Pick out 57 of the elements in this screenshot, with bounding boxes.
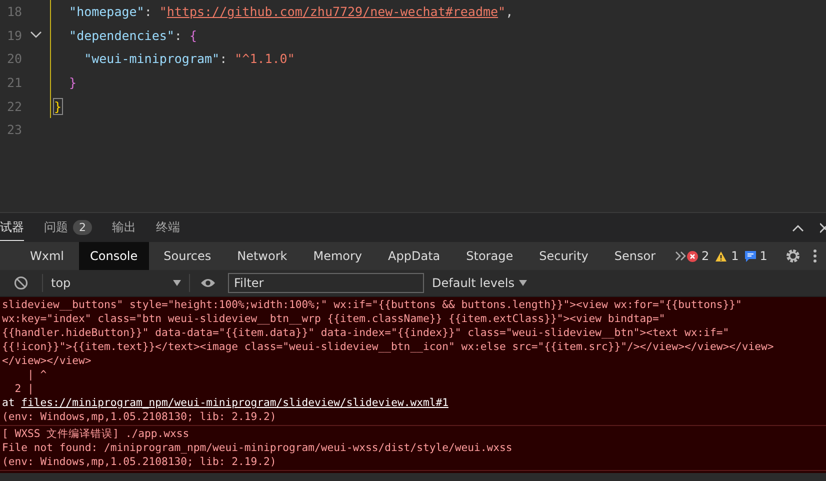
line-number: 19 xyxy=(6,28,22,43)
code-line: "homepage": "https://github.com/zhu7729/new-wechat#readme", xyxy=(68,4,514,20)
info-count: 1 xyxy=(760,249,768,263)
line-number: 21 xyxy=(6,75,22,90)
count-badge: 2 xyxy=(73,220,92,235)
more-options-icon[interactable] xyxy=(813,249,818,263)
context-label: top xyxy=(51,276,71,290)
console-line: 2 | xyxy=(14,382,35,396)
console-line: {{handler.hideButton}}" data-data="{{item.data}}" data-index="{{index}}" class="weui-slideview__btn"><text wx:if=" xyxy=(2,326,730,340)
error-icon[interactable] xyxy=(686,250,698,262)
eye-icon[interactable] xyxy=(200,278,216,288)
code-line: } xyxy=(53,98,62,114)
panel-tab[interactable]: 输出 xyxy=(112,214,136,240)
file-link[interactable]: files://miniprogram_npm/weui-miniprogram/slideview/slideview.wxml#1 xyxy=(21,397,448,409)
console-line: File not found: /miniprogram_npm/weui-miniprogram/weui-wxss/dist/style/weui.wxss xyxy=(2,441,514,455)
code-line: "dependencies": { xyxy=(68,28,198,43)
chevron-down-icon[interactable] xyxy=(30,31,42,40)
console-line: {{!icon}}">{{item.text}}</text><image class="weui-slideview__btn__icon" wx:else src="{{item.src}}"/></view></view></view> xyxy=(2,340,775,354)
clear-console-icon[interactable] xyxy=(14,276,28,290)
devtools-tab[interactable]: Console xyxy=(79,242,149,270)
warning-icon[interactable] xyxy=(715,250,728,262)
code-line: "weui-miniprogram": "^1.1.0" xyxy=(83,51,295,66)
console-line: | ^ xyxy=(26,368,48,382)
panel-tab[interactable]: 试器 xyxy=(0,214,24,240)
devtools-tab[interactable]: Storage xyxy=(455,242,524,270)
console-line: [ WXSS 文件编译错误] ./app.wxss xyxy=(2,427,190,441)
close-icon[interactable] xyxy=(820,222,826,232)
line-number: 18 xyxy=(6,4,22,20)
devtools-tab[interactable]: Network xyxy=(226,242,298,270)
more-tabs-icon[interactable] xyxy=(674,251,687,261)
devtools-tab[interactable]: Memory xyxy=(302,242,374,270)
context-select[interactable]: top xyxy=(42,274,190,292)
devtools-tab[interactable]: Wxml xyxy=(19,242,75,270)
dropdown-arrow-icon[interactable] xyxy=(173,280,181,286)
env-info: (env: Windows,mp,1.05.2108130; lib: 2.19.2) xyxy=(2,410,278,424)
env-info: (env: Windows,mp,1.05.2108130; lib: 2.19.2) xyxy=(2,455,278,469)
location-prefix: at xyxy=(2,397,16,409)
line-number: 20 xyxy=(6,51,22,66)
console-line: wx:key="index" class="btn weui-slideview__btn__wrp {{item.className}} {{item.extClass}}"><view bindtap=" xyxy=(2,312,666,326)
line-number: 22 xyxy=(6,98,22,114)
panel-tab[interactable]: 终端 xyxy=(156,214,180,240)
dropdown-arrow-icon[interactable] xyxy=(519,280,528,286)
line-number: 23 xyxy=(6,122,22,138)
error-count: 2 xyxy=(702,249,710,263)
devtools-tab[interactable]: AppData xyxy=(377,242,452,270)
devtools-tab[interactable]: Security xyxy=(528,242,600,270)
filter-field[interactable]: Filter xyxy=(228,273,424,293)
message-icon[interactable] xyxy=(744,250,756,262)
console-line: </view></view> xyxy=(2,354,92,368)
code-line: } xyxy=(68,75,77,90)
panel-tab[interactable]: 问题 xyxy=(44,214,68,240)
chevron-up-icon[interactable] xyxy=(792,224,804,232)
devtools-tab[interactable]: Sources xyxy=(152,242,222,270)
console-line: slideview__buttons" style="height:100%;width:100%;" wx:if="{{buttons && buttons.length}}"><view wx:for="{{buttons}}" xyxy=(2,298,743,312)
devtools-tab[interactable]: Sensor xyxy=(603,242,667,270)
settings-icon[interactable] xyxy=(785,248,802,264)
warning-count: 1 xyxy=(731,249,739,263)
